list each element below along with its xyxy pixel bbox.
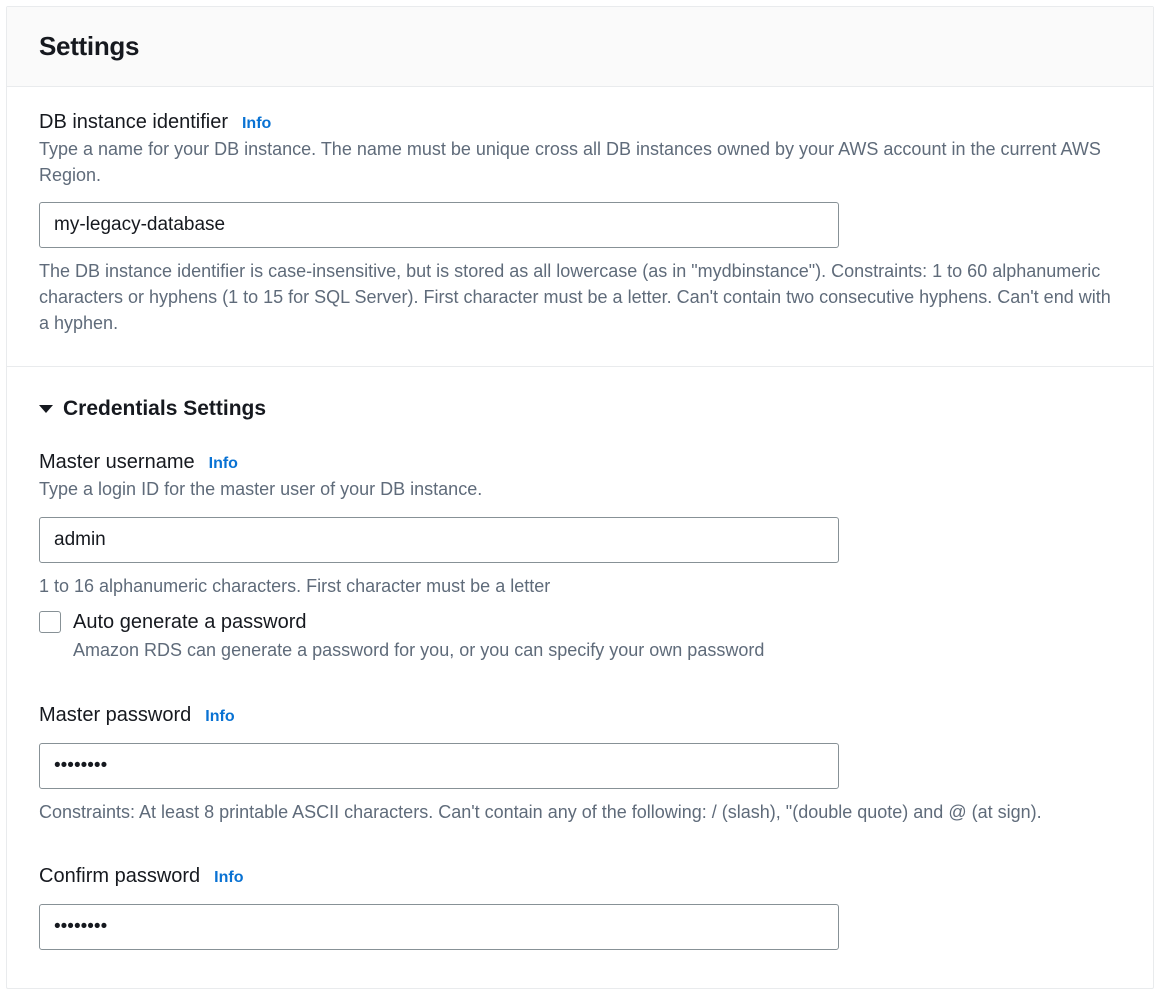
- identifier-constraint: The DB instance identifier is case-insen…: [39, 258, 1121, 336]
- caret-down-icon: [39, 405, 53, 413]
- confirm-input[interactable]: [39, 904, 839, 950]
- password-info-link[interactable]: Info: [205, 708, 234, 726]
- autogen-checkbox[interactable]: [39, 611, 61, 633]
- confirm-label: Confirm password: [39, 865, 200, 888]
- panel-header: Settings: [7, 7, 1153, 87]
- credentials-section: Credentials Settings Master username Inf…: [39, 397, 1121, 959]
- confirm-info-link[interactable]: Info: [214, 869, 243, 887]
- password-constraint: Constraints: At least 8 printable ASCII …: [39, 799, 1121, 825]
- autogen-content: Auto generate a password Amazon RDS can …: [73, 609, 764, 664]
- username-label: Master username: [39, 451, 195, 474]
- credentials-header[interactable]: Credentials Settings: [39, 397, 1121, 421]
- settings-panel: Settings DB instance identifier Info Typ…: [6, 6, 1154, 989]
- username-label-row: Master username Info: [39, 451, 1121, 474]
- confirm-label-row: Confirm password Info: [39, 865, 1121, 888]
- password-input[interactable]: [39, 743, 839, 789]
- autogen-label: Auto generate a password: [73, 609, 764, 635]
- identifier-label: DB instance identifier: [39, 111, 228, 134]
- username-input[interactable]: [39, 517, 839, 563]
- username-description: Type a login ID for the master user of y…: [39, 476, 1121, 502]
- panel-title: Settings: [39, 31, 1121, 62]
- username-info-link[interactable]: Info: [209, 455, 238, 473]
- password-label-row: Master password Info: [39, 704, 1121, 727]
- identifier-input[interactable]: [39, 202, 839, 248]
- identifier-info-link[interactable]: Info: [242, 115, 271, 133]
- autogen-description: Amazon RDS can generate a password for y…: [73, 637, 764, 664]
- identifier-description: Type a name for your DB instance. The na…: [39, 136, 1121, 188]
- section-divider: [7, 366, 1153, 367]
- password-label: Master password: [39, 704, 191, 727]
- username-constraint: 1 to 16 alphanumeric characters. First c…: [39, 573, 1121, 599]
- autogen-row: Auto generate a password Amazon RDS can …: [39, 609, 1121, 664]
- credentials-title: Credentials Settings: [63, 397, 266, 421]
- identifier-label-row: DB instance identifier Info: [39, 111, 1121, 134]
- panel-body: DB instance identifier Info Type a name …: [7, 87, 1153, 988]
